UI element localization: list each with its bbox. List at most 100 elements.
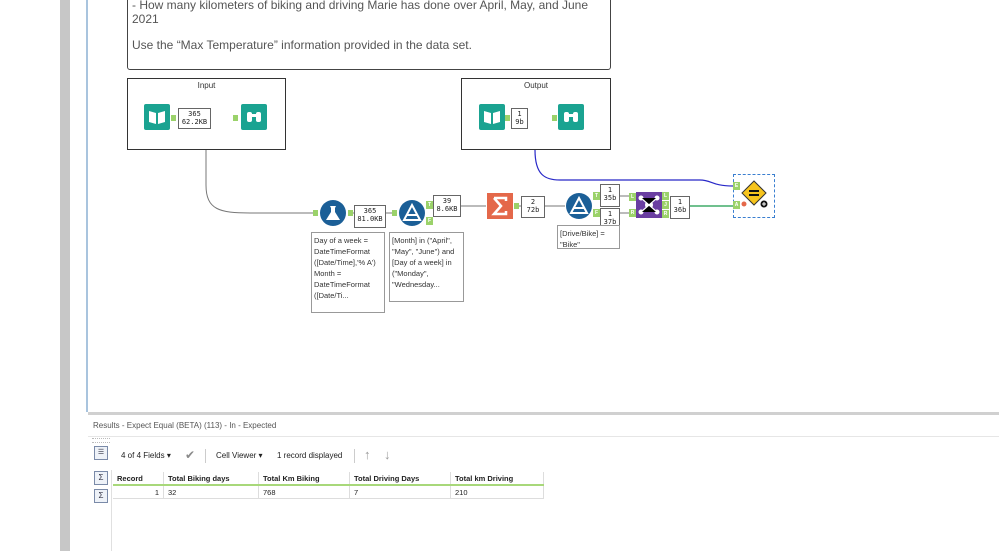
output-container-title: Output (523, 81, 548, 90)
output-anchor[interactable] (171, 115, 176, 121)
join-tool[interactable] (636, 192, 662, 218)
records-displayed: 1 record displayed (277, 451, 343, 460)
chevron-down-icon: ▾ (166, 451, 171, 460)
formula-annotation: Day of a week = DateTimeFormat ([Date/Ti… (311, 232, 385, 313)
record-count-badge: 365 62.2KB (178, 108, 211, 129)
actual-anchor[interactable]: A (733, 201, 740, 209)
sigma-columns-icon[interactable]: Σ (94, 471, 108, 485)
column-header[interactable]: Total Biking days (163, 472, 259, 486)
record-count: 2 (530, 198, 536, 206)
right-input-anchor[interactable]: R (629, 209, 636, 217)
data-size: 35b (603, 194, 617, 202)
book-icon (144, 104, 170, 130)
right-output-anchor[interactable]: R (662, 210, 669, 218)
toolbar-separator (205, 449, 206, 463)
table-header-row: Record Total Biking days Total Km Biking… (113, 472, 544, 486)
filter-tool[interactable] (399, 200, 425, 226)
input-anchor[interactable] (392, 210, 397, 216)
output-anchor[interactable] (514, 203, 519, 209)
comment-line-1: - How many kilometers of biking and driv… (132, 0, 588, 12)
filter-annotation: [Month] in ("April", "May", "June") and … (389, 232, 464, 302)
results-title: Results - Expect Equal (BETA) (113) - In… (93, 421, 277, 430)
record-count-badge: 1 35b (600, 184, 620, 207)
book-icon (479, 104, 505, 130)
left-output-anchor[interactable]: L (662, 192, 669, 200)
record-count: 39 (442, 197, 452, 205)
column-header[interactable]: Total Km Biking (258, 472, 350, 486)
results-table: Record Total Biking days Total Km Biking… (113, 472, 544, 499)
record-count: 365 (363, 207, 377, 215)
filter-icon (399, 200, 425, 226)
browse-tool[interactable] (241, 104, 267, 130)
record-count-badge: 1 36b (670, 196, 690, 219)
record-count-badge: 39 8.6KB (433, 195, 461, 217)
filter-annotation: [Drive/Bike] = "Bike" (557, 225, 620, 249)
sidebar-divider (111, 470, 112, 551)
table-cell: 1 (113, 485, 164, 499)
chevron-down-icon: ▾ (258, 451, 263, 460)
cell-viewer-label: Cell Viewer (216, 451, 257, 460)
data-size: 36b (673, 206, 687, 214)
true-anchor[interactable]: T (426, 201, 433, 209)
flask-icon (320, 200, 346, 226)
join-icon (636, 192, 662, 218)
results-panel: Results - Expect Equal (BETA) (113) - In… (88, 415, 999, 551)
data-size: 81.0KB (357, 215, 383, 223)
data-size: 72b (526, 206, 540, 214)
arrow-up-icon[interactable]: ↑ (364, 447, 371, 462)
record-count: 1 (677, 198, 683, 206)
browse-tool[interactable] (558, 104, 584, 130)
true-anchor[interactable]: T (593, 192, 600, 200)
comment-box[interactable]: - How many kilometers of biking and driv… (127, 0, 611, 70)
output-anchor[interactable] (505, 115, 510, 121)
filter-icon (566, 193, 592, 219)
table-cell: 32 (163, 485, 259, 499)
comment-line-3: Use the “Max Temperature” information pr… (132, 38, 472, 52)
join-output-anchor[interactable]: J (662, 201, 669, 209)
false-anchor[interactable]: F (426, 217, 433, 225)
sigma-icon (487, 193, 513, 219)
table-view-icon[interactable]: ☰ (94, 446, 108, 460)
record-count: 1 (607, 210, 613, 218)
sigma-text-icon[interactable]: Σ (94, 489, 108, 503)
data-size: 8.6KB (436, 205, 458, 213)
column-header[interactable]: Total Driving Days (349, 472, 451, 486)
column-header[interactable]: Total km Driving (450, 472, 544, 486)
cell-viewer-selector[interactable]: Cell Viewer ▾ (216, 451, 263, 460)
input-anchor[interactable] (233, 115, 238, 121)
output-input-data-tool[interactable] (479, 104, 505, 130)
binoculars-icon (241, 104, 267, 130)
fields-selector[interactable]: 4 of 4 Fields ▾ (121, 451, 171, 460)
summarize-tool[interactable] (487, 193, 513, 219)
toolbar-separator (354, 449, 355, 463)
left-input-anchor[interactable]: L (629, 193, 636, 201)
fields-label: 4 of 4 Fields (121, 451, 165, 460)
table-row[interactable]: 1 32 768 7 210 (113, 485, 544, 499)
input-container-title: Input (197, 81, 216, 90)
input-anchor[interactable] (313, 210, 318, 216)
column-header[interactable]: Record (113, 472, 164, 486)
expected-anchor[interactable]: E (733, 182, 740, 190)
false-anchor[interactable]: F (593, 209, 600, 217)
input-data-tool[interactable] (144, 104, 170, 130)
record-count: 365 (188, 110, 201, 118)
data-size: 62.2KB (181, 118, 208, 126)
formula-tool[interactable] (320, 200, 346, 226)
expect-equal-tool[interactable] (741, 180, 768, 208)
data-size: 9b (515, 118, 524, 126)
table-cell: 210 (450, 485, 544, 499)
filter-tool[interactable] (566, 193, 592, 219)
table-cell: 768 (258, 485, 350, 499)
expect-equal-icon (741, 180, 768, 208)
results-toolbar: ☰ 4 of 4 Fields ▾ ✔ Cell Viewer ▾ 1 reco… (88, 443, 999, 467)
arrow-down-icon[interactable]: ↓ (384, 447, 391, 462)
table-cell: 7 (349, 485, 451, 499)
record-count-badge: 365 81.0KB (354, 205, 386, 228)
binoculars-icon (558, 104, 584, 130)
comment-line-2: 2021 (132, 12, 159, 26)
check-icon[interactable]: ✔ (185, 448, 195, 462)
record-count: 1 (517, 110, 522, 118)
output-anchor[interactable] (348, 210, 353, 216)
input-anchor[interactable] (552, 115, 557, 121)
record-count-badge: 2 72b (521, 196, 545, 218)
